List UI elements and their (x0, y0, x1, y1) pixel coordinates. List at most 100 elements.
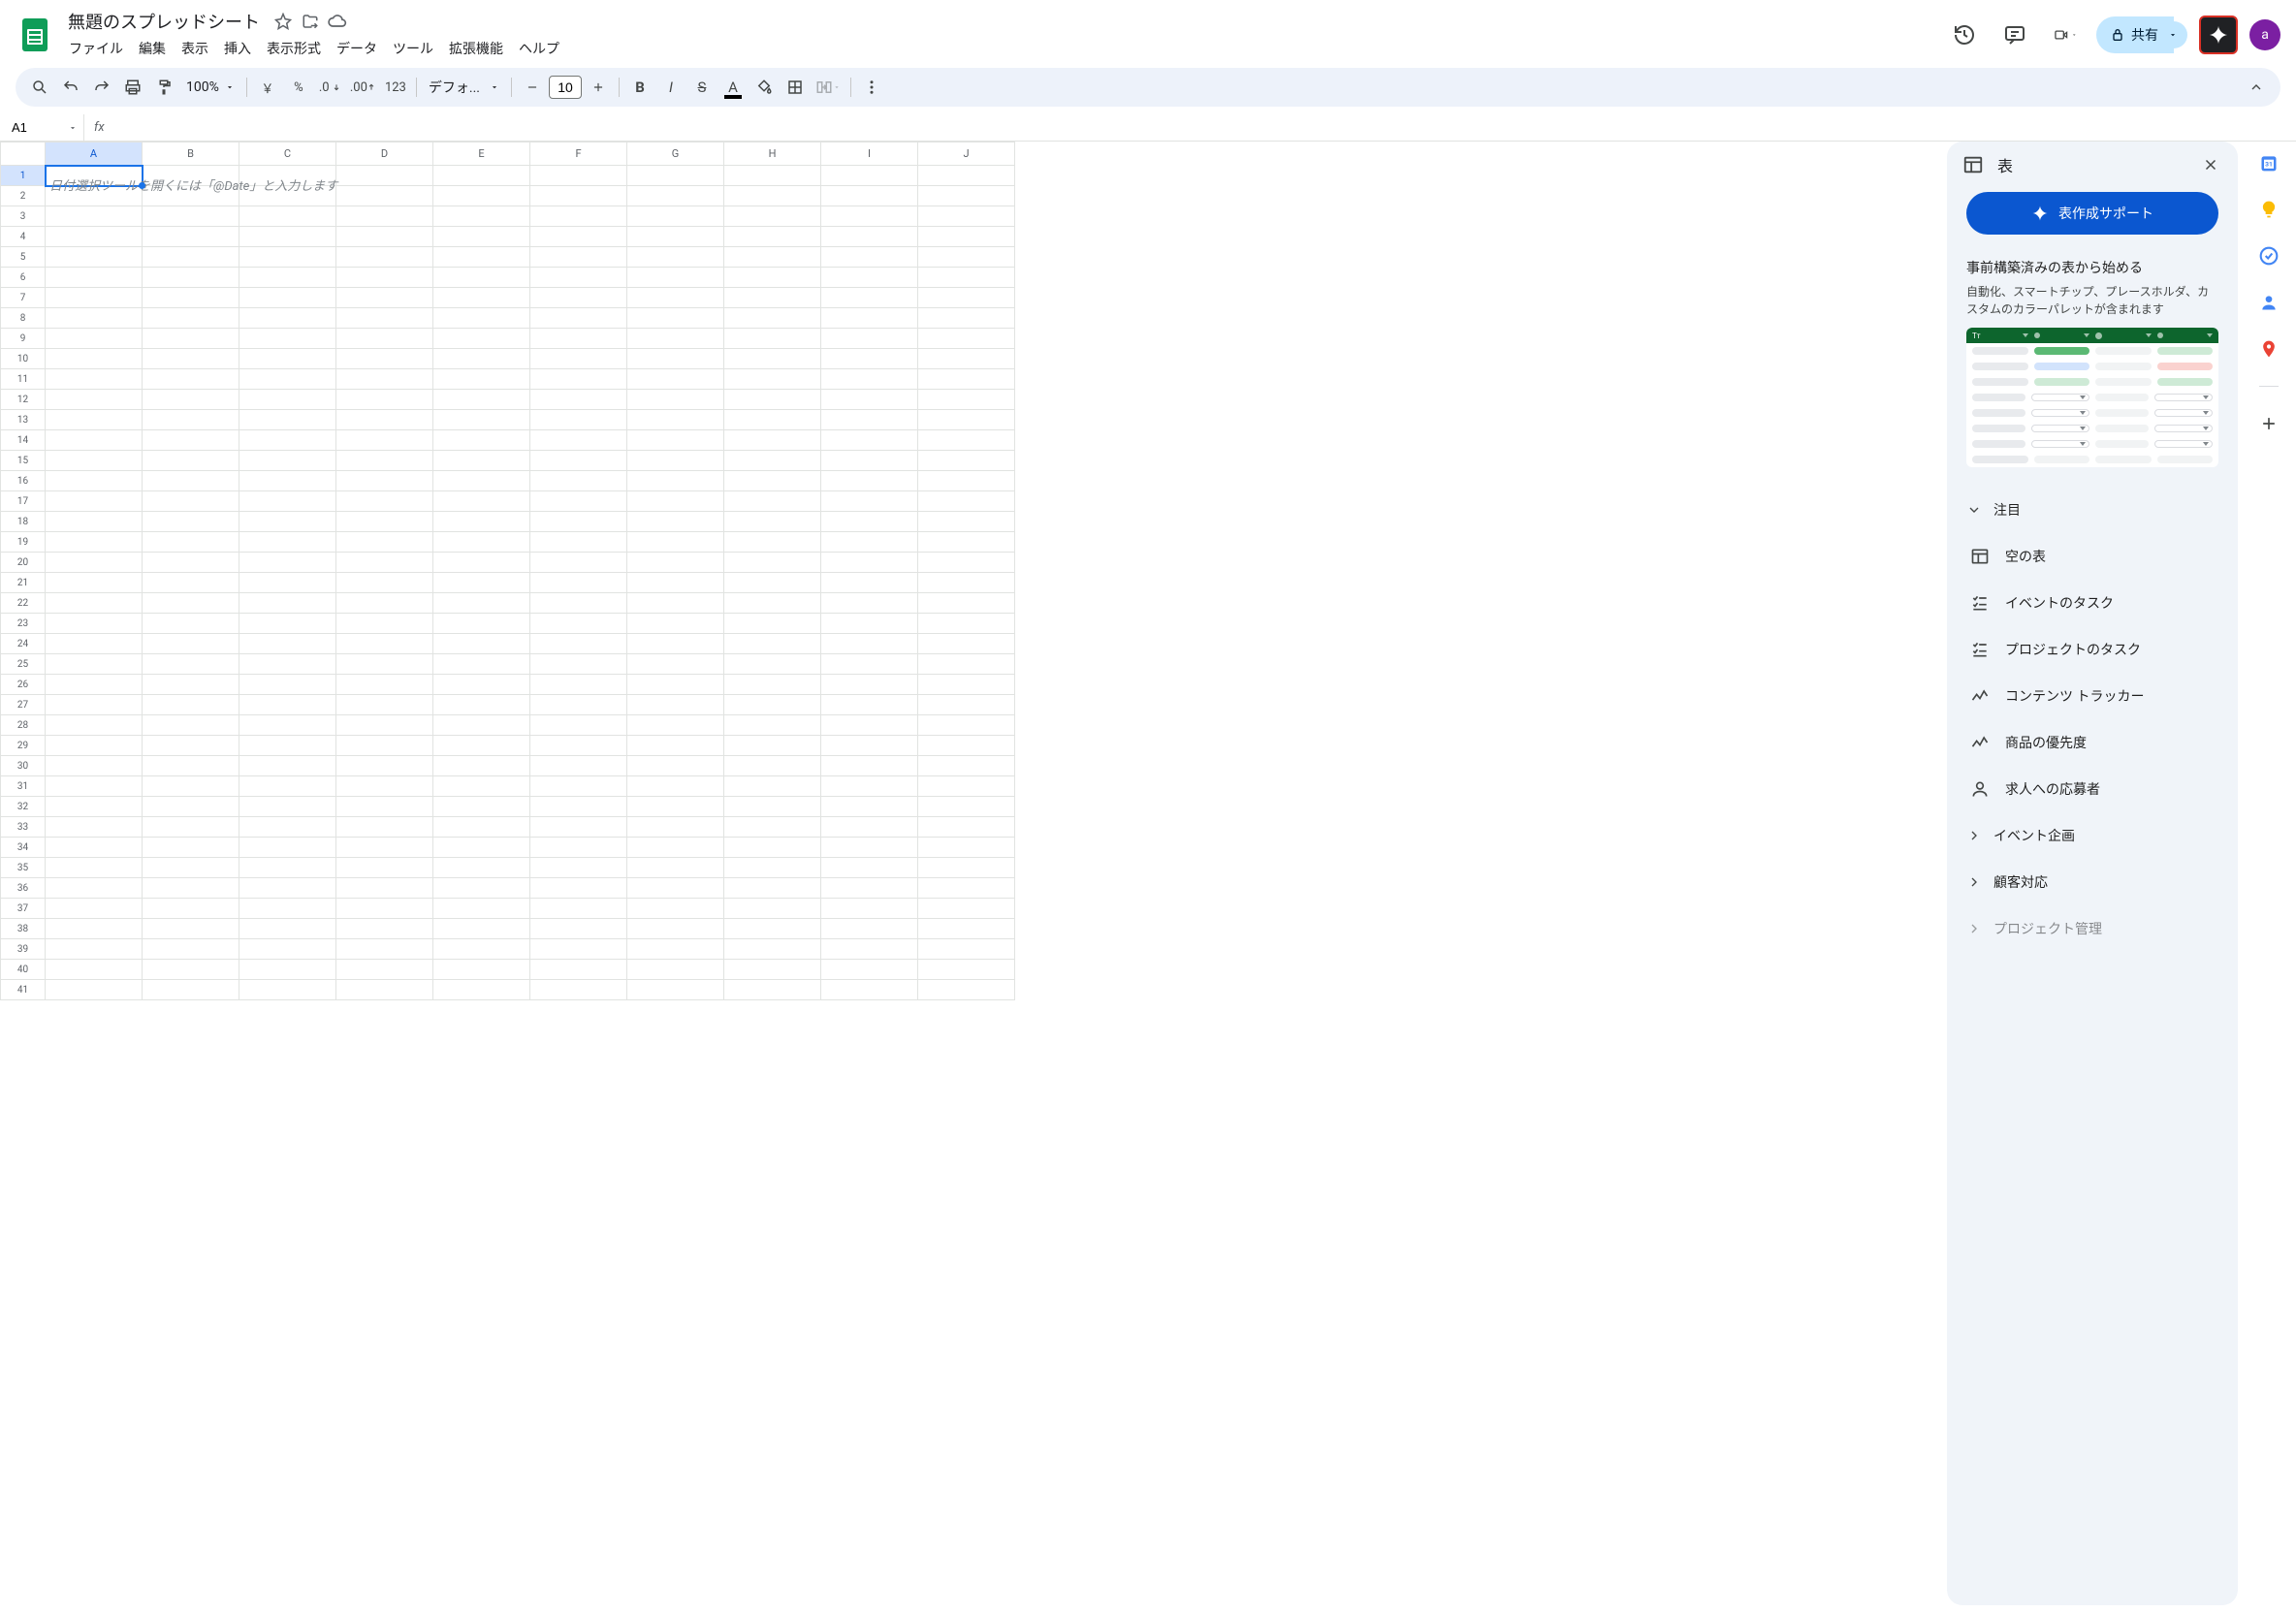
cell-J32[interactable] (918, 797, 1015, 817)
cell-B17[interactable] (143, 491, 239, 512)
cell-J6[interactable] (918, 268, 1015, 288)
cell-H38[interactable] (724, 919, 821, 939)
cell-B21[interactable] (143, 573, 239, 593)
cell-G6[interactable] (627, 268, 724, 288)
column-header-J[interactable]: J (918, 142, 1015, 166)
cell-G33[interactable] (627, 817, 724, 838)
cell-C29[interactable] (239, 736, 336, 756)
cell-D5[interactable] (336, 247, 433, 268)
cell-H6[interactable] (724, 268, 821, 288)
cell-C8[interactable] (239, 308, 336, 329)
cell-A17[interactable] (46, 491, 143, 512)
row-header-28[interactable]: 28 (1, 715, 46, 736)
cell-I8[interactable] (821, 308, 918, 329)
cell-D18[interactable] (336, 512, 433, 532)
cell-B11[interactable] (143, 369, 239, 390)
cell-B38[interactable] (143, 919, 239, 939)
cell-E28[interactable] (433, 715, 530, 736)
cell-F32[interactable] (530, 797, 627, 817)
cell-G19[interactable] (627, 532, 724, 553)
cell-D23[interactable] (336, 614, 433, 634)
cell-F19[interactable] (530, 532, 627, 553)
cell-G35[interactable] (627, 858, 724, 878)
row-header-18[interactable]: 18 (1, 512, 46, 532)
column-header-A[interactable]: A (46, 142, 143, 166)
cell-C37[interactable] (239, 899, 336, 919)
cell-H27[interactable] (724, 695, 821, 715)
row-header-35[interactable]: 35 (1, 858, 46, 878)
comments-icon[interactable] (1995, 16, 2034, 54)
cell-F37[interactable] (530, 899, 627, 919)
cell-G29[interactable] (627, 736, 724, 756)
cell-B15[interactable] (143, 451, 239, 471)
name-box-dropdown[interactable] (62, 123, 83, 133)
cell-J15[interactable] (918, 451, 1015, 471)
row-header-2[interactable]: 2 (1, 186, 46, 206)
cell-H5[interactable] (724, 247, 821, 268)
bold-button[interactable]: B (625, 73, 654, 102)
row-header-11[interactable]: 11 (1, 369, 46, 390)
cell-B5[interactable] (143, 247, 239, 268)
cell-H12[interactable] (724, 390, 821, 410)
cell-E16[interactable] (433, 471, 530, 491)
row-header-5[interactable]: 5 (1, 247, 46, 268)
cell-J28[interactable] (918, 715, 1015, 736)
font-family-select[interactable]: デフォ... (423, 78, 505, 97)
row-header-8[interactable]: 8 (1, 308, 46, 329)
cell-E17[interactable] (433, 491, 530, 512)
cell-J1[interactable] (918, 166, 1015, 186)
cell-A1[interactable]: 日付選択ツールを開くには「@Date」と入力します (46, 166, 143, 186)
cell-I40[interactable] (821, 960, 918, 980)
row-header-36[interactable]: 36 (1, 878, 46, 899)
cell-A23[interactable] (46, 614, 143, 634)
cell-E6[interactable] (433, 268, 530, 288)
cell-I12[interactable] (821, 390, 918, 410)
cell-H8[interactable] (724, 308, 821, 329)
cell-G14[interactable] (627, 430, 724, 451)
name-box[interactable] (4, 118, 62, 137)
row-header-3[interactable]: 3 (1, 206, 46, 227)
cell-E33[interactable] (433, 817, 530, 838)
cell-H15[interactable] (724, 451, 821, 471)
collapse-toolbar-button[interactable] (2242, 73, 2271, 102)
cell-C31[interactable] (239, 776, 336, 797)
row-header-7[interactable]: 7 (1, 288, 46, 308)
cell-D21[interactable] (336, 573, 433, 593)
cell-A9[interactable] (46, 329, 143, 349)
cell-F41[interactable] (530, 980, 627, 1000)
cell-E13[interactable] (433, 410, 530, 430)
cell-G41[interactable] (627, 980, 724, 1000)
cell-G36[interactable] (627, 878, 724, 899)
cell-F13[interactable] (530, 410, 627, 430)
cell-I3[interactable] (821, 206, 918, 227)
cell-I2[interactable] (821, 186, 918, 206)
cell-B41[interactable] (143, 980, 239, 1000)
cell-F28[interactable] (530, 715, 627, 736)
cell-H33[interactable] (724, 817, 821, 838)
row-header-21[interactable]: 21 (1, 573, 46, 593)
cell-A24[interactable] (46, 634, 143, 654)
decrease-font-size-button[interactable] (518, 73, 547, 102)
cell-D24[interactable] (336, 634, 433, 654)
redo-button[interactable] (87, 73, 116, 102)
cell-E2[interactable] (433, 186, 530, 206)
cell-G2[interactable] (627, 186, 724, 206)
cell-J31[interactable] (918, 776, 1015, 797)
cell-A5[interactable] (46, 247, 143, 268)
cell-I38[interactable] (821, 919, 918, 939)
cell-H35[interactable] (724, 858, 821, 878)
cell-C16[interactable] (239, 471, 336, 491)
cell-D40[interactable] (336, 960, 433, 980)
cell-G11[interactable] (627, 369, 724, 390)
borders-button[interactable] (781, 73, 810, 102)
cell-H2[interactable] (724, 186, 821, 206)
cell-J16[interactable] (918, 471, 1015, 491)
cell-J33[interactable] (918, 817, 1015, 838)
cell-B8[interactable] (143, 308, 239, 329)
cell-F38[interactable] (530, 919, 627, 939)
cell-I6[interactable] (821, 268, 918, 288)
cell-I17[interactable] (821, 491, 918, 512)
currency-button[interactable]: ￥ (253, 73, 282, 102)
cell-C5[interactable] (239, 247, 336, 268)
cell-H24[interactable] (724, 634, 821, 654)
